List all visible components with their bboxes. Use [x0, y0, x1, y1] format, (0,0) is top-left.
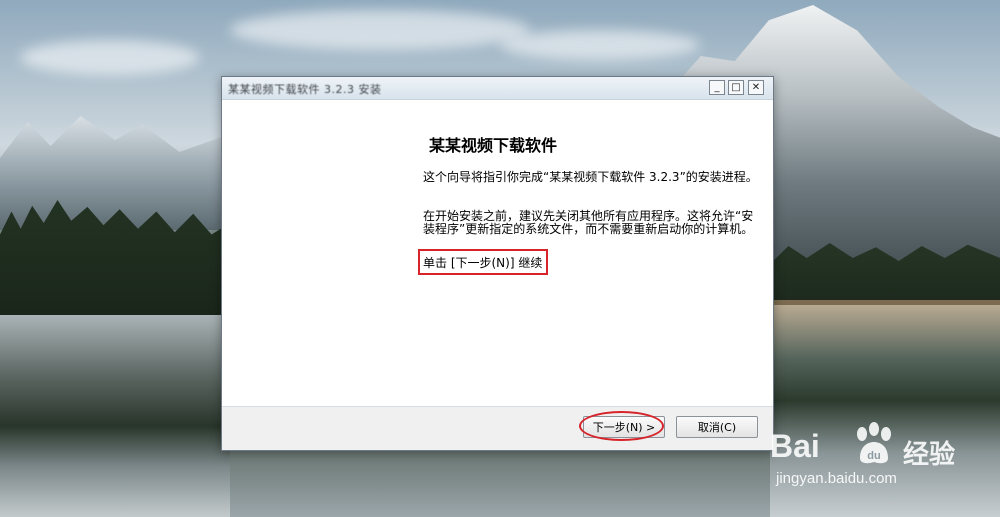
instruction-highlight: 单击 [下一步(N)] 继续 [418, 249, 549, 275]
close-icon: ✕ [751, 82, 761, 93]
baidu-watermark: Bai du 经验 jingyan.baidu.com [770, 420, 995, 515]
minimize-icon: _ [714, 82, 720, 93]
watermark-logo-right: du [867, 450, 880, 462]
minimize-button[interactable]: _ [709, 80, 725, 95]
window-title: 某某视频下载软件 3.2.3 安装 [228, 83, 382, 96]
next-button-highlight [579, 411, 664, 441]
watermark-logo: Bai [770, 428, 820, 465]
cloud [20, 40, 200, 75]
instruction-text: 单击 [下一步(N)] 继续 [423, 256, 543, 270]
lake-reflection-left [0, 315, 230, 517]
intro-text: 这个向导将指引你完成“某某视频下载软件 3.2.3”的安装进程。 [423, 170, 758, 184]
forest-left [0, 200, 230, 315]
cancel-button[interactable]: 取消(C) [676, 416, 758, 438]
page-title: 某某视频下载软件 [429, 136, 558, 155]
maximize-icon: □ [731, 82, 741, 93]
button-bar: 下一步(N) > 取消(C) [222, 407, 773, 450]
installer-window: 某某视频下载软件 3.2.3 安装 _ □ ✕ 某某视频下载软件 这个向导将指引… [221, 76, 774, 451]
watermark-url: jingyan.baidu.com [776, 470, 897, 487]
paw-icon: du [857, 422, 891, 464]
title-bar[interactable]: 某某视频下载软件 3.2.3 安装 _ □ ✕ [222, 77, 773, 100]
cloud [230, 10, 530, 50]
watermark-logo-left: Bai [770, 428, 820, 464]
close-button[interactable]: ✕ [748, 80, 764, 95]
cloud [500, 30, 700, 60]
watermark-cn: 经验 [903, 440, 956, 470]
advice-text: 在开始安装之前，建议先关闭其他所有应用程序。这将允许“安装程序”更新指定的系统文… [423, 209, 754, 236]
maximize-button[interactable]: □ [728, 80, 744, 95]
